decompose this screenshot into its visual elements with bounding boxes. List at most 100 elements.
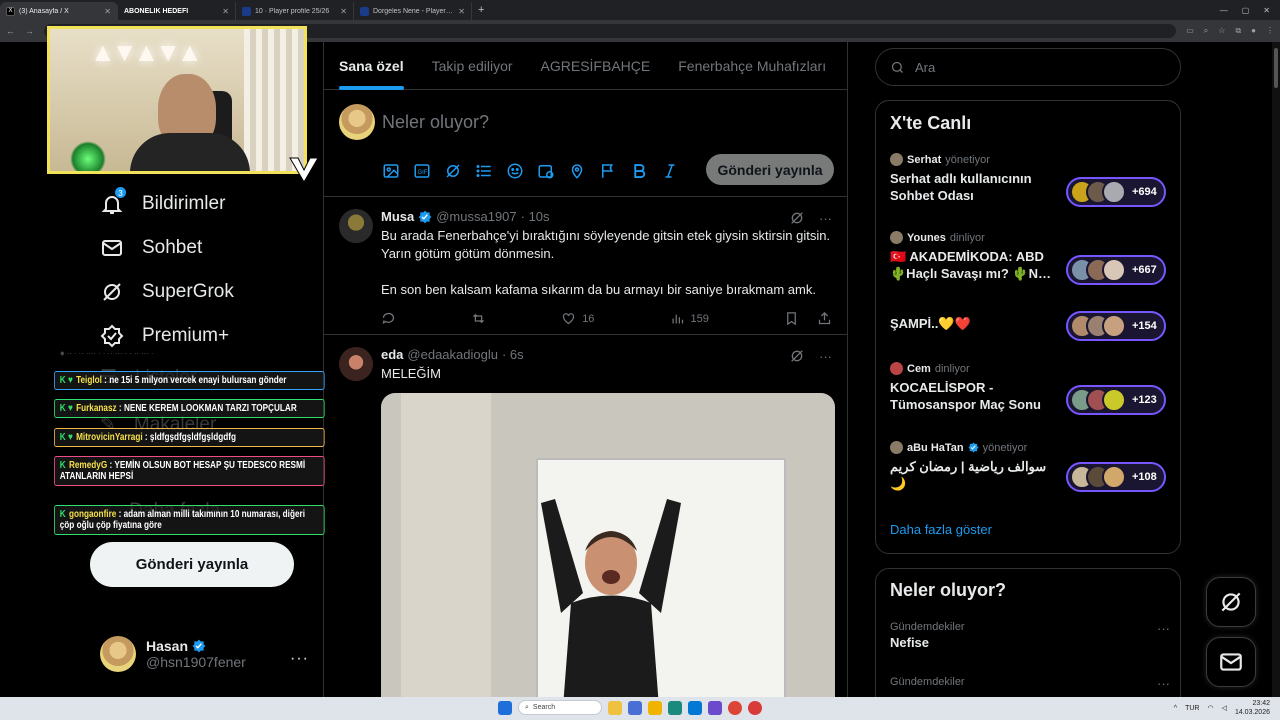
menu-icon[interactable]: ⋮: [1266, 26, 1274, 36]
search-input[interactable]: Ara: [875, 48, 1181, 86]
gif-icon[interactable]: GIF: [413, 162, 431, 180]
taskbar-search[interactable]: ⌕ Search: [518, 700, 602, 715]
copilot-icon[interactable]: [628, 700, 642, 715]
nav-supergrok[interactable]: SuperGrok: [100, 280, 234, 304]
space-listeners-pill[interactable]: +108: [1066, 462, 1166, 492]
app-icon[interactable]: [748, 700, 762, 715]
show-more-link[interactable]: Daha fazla göster: [890, 522, 992, 537]
edge-icon[interactable]: [668, 700, 682, 715]
location-icon[interactable]: [568, 162, 586, 180]
more-icon[interactable]: ···: [1157, 621, 1170, 636]
profile-icon[interactable]: ●: [1251, 26, 1256, 36]
image-icon[interactable]: [382, 162, 400, 180]
back-icon[interactable]: ←: [6, 26, 15, 36]
sidebar-post-button[interactable]: Gönderi yayınla: [90, 542, 294, 587]
language-indicator[interactable]: TUR: [1185, 705, 1199, 712]
reply-button[interactable]: [381, 311, 396, 326]
close-tab-icon[interactable]: ✕: [340, 7, 347, 16]
space-listeners-pill[interactable]: +694: [1066, 177, 1166, 207]
heart-icon: [563, 313, 575, 325]
messages-fab-button[interactable]: [1206, 637, 1256, 687]
more-icon[interactable]: ···: [819, 349, 832, 364]
account-switcher[interactable]: Hasan @hsn1907fener: [100, 636, 246, 672]
close-tab-icon[interactable]: ✕: [104, 7, 111, 16]
discord-icon[interactable]: [708, 700, 722, 715]
volume-icon[interactable]: ◁: [1222, 704, 1227, 712]
extensions-icon[interactable]: ⧉: [1235, 26, 1241, 36]
more-icon[interactable]: ···: [1157, 676, 1170, 691]
schedule-icon[interactable]: [537, 162, 555, 180]
new-tab-button[interactable]: +: [472, 4, 490, 16]
host-role: yönetiyor: [982, 441, 1028, 454]
trend-item[interactable]: Gündemdekiler ···: [890, 676, 1170, 691]
tweet-author[interactable]: eda: [381, 347, 403, 362]
like-button[interactable]: 16: [561, 311, 594, 326]
grok-fab-button[interactable]: [1206, 577, 1256, 627]
retweet-button[interactable]: [471, 311, 486, 326]
mail-icon: [102, 240, 122, 256]
tweet[interactable]: eda @edaakadioglu · 6s ··· MELEĞİM: [324, 335, 847, 697]
grok-icon[interactable]: [444, 162, 462, 180]
tweet-author[interactable]: Musa: [381, 209, 414, 224]
tweet[interactable]: Musa @mussa1907 · 10s ··· Bu arada Fener…: [324, 197, 847, 335]
close-window-icon[interactable]: ✕: [1263, 6, 1270, 15]
zoom-icon[interactable]: ⌕: [1204, 26, 1208, 36]
share-icon[interactable]: [817, 311, 832, 326]
bold-icon[interactable]: [630, 162, 648, 180]
nav-premium[interactable]: Premium+: [100, 324, 229, 348]
emoji-icon[interactable]: [506, 162, 524, 180]
tab-following[interactable]: Takip ediliyor: [432, 42, 513, 90]
composer-input[interactable]: Neler oluyor?: [382, 112, 489, 133]
forward-icon[interactable]: →: [25, 26, 34, 36]
minimize-icon[interactable]: —: [1220, 6, 1228, 15]
page-scrollbar[interactable]: [1272, 42, 1280, 697]
grok-icon[interactable]: [789, 210, 805, 226]
trend-item[interactable]: Gündemdekiler Nefise ···: [890, 621, 1170, 650]
browser-tab-player-profile[interactable]: 10 · Player profile 25/26 ✕: [236, 2, 354, 20]
tweet-photo[interactable]: [381, 393, 835, 697]
tweet-handle[interactable]: @mussa1907: [436, 209, 516, 224]
composer: Neler oluyor? GIF Gönderi yayınla: [324, 90, 847, 197]
space-listeners-pill[interactable]: +154: [1066, 311, 1166, 341]
nav-notifications[interactable]: 3 Bildirimler: [100, 186, 225, 216]
nav-chat[interactable]: Sohbet: [100, 236, 202, 260]
webcam-overlay: ▲▼▲▼▲: [47, 26, 307, 174]
browser-tab-subscription-goal[interactable]: ABONELİK HEDEFİ ✕: [118, 2, 236, 20]
chat-badge-icon: K: [59, 509, 66, 520]
start-menu-icon[interactable]: [498, 700, 512, 715]
close-tab-icon[interactable]: ✕: [458, 7, 465, 16]
wifi-icon[interactable]: ◠: [1207, 704, 1213, 712]
grok-icon[interactable]: [789, 348, 805, 364]
tweet-time[interactable]: · 6s: [502, 347, 524, 362]
maximize-icon[interactable]: ▢: [1242, 6, 1250, 15]
composer-post-button[interactable]: Gönderi yayınla: [706, 154, 834, 185]
clock[interactable]: 23:42 14.03.2026: [1235, 699, 1270, 717]
tab-for-you[interactable]: Sana özel: [339, 42, 404, 90]
close-tab-icon[interactable]: ✕: [222, 7, 229, 16]
space-listeners-pill[interactable]: +667: [1066, 255, 1166, 285]
tray-chevron-icon[interactable]: ^: [1174, 705, 1177, 712]
tweet-time[interactable]: · 10s: [521, 209, 550, 224]
search-icon: ⌕: [525, 703, 529, 711]
cast-icon[interactable]: ▭: [1186, 26, 1194, 36]
browser-tab-x-home[interactable]: X (3) Anasayfa / X ✕: [0, 2, 118, 20]
flag-icon[interactable]: [599, 162, 617, 180]
space-listeners-pill[interactable]: +123: [1066, 385, 1166, 415]
tab-fenerbahce-muhafizlari[interactable]: Fenerbahçe Muhafızları: [678, 42, 826, 90]
poll-icon[interactable]: [475, 162, 493, 180]
tweet-handle[interactable]: @edaakadioglu: [407, 347, 498, 362]
views-button[interactable]: 159: [670, 311, 709, 326]
more-icon[interactable]: ···: [819, 211, 832, 226]
retweet-icon: [473, 313, 485, 324]
tab-agresifbahce[interactable]: AGRESİFBAHÇE: [541, 42, 651, 90]
file-explorer-icon[interactable]: [648, 700, 662, 715]
account-more-icon[interactable]: ···: [290, 650, 309, 668]
chrome-icon[interactable]: [728, 700, 742, 715]
store-icon[interactable]: [688, 700, 702, 715]
browser-tab-dorgeles-nene[interactable]: Dorgeles Nene - Player profile ✕: [354, 2, 472, 20]
scrollbar-thumb[interactable]: [1274, 48, 1278, 88]
star-icon[interactable]: ☆: [1218, 26, 1225, 36]
italic-icon[interactable]: [661, 162, 679, 180]
bookmark-icon[interactable]: [784, 311, 799, 326]
widget-icon[interactable]: [608, 700, 622, 715]
